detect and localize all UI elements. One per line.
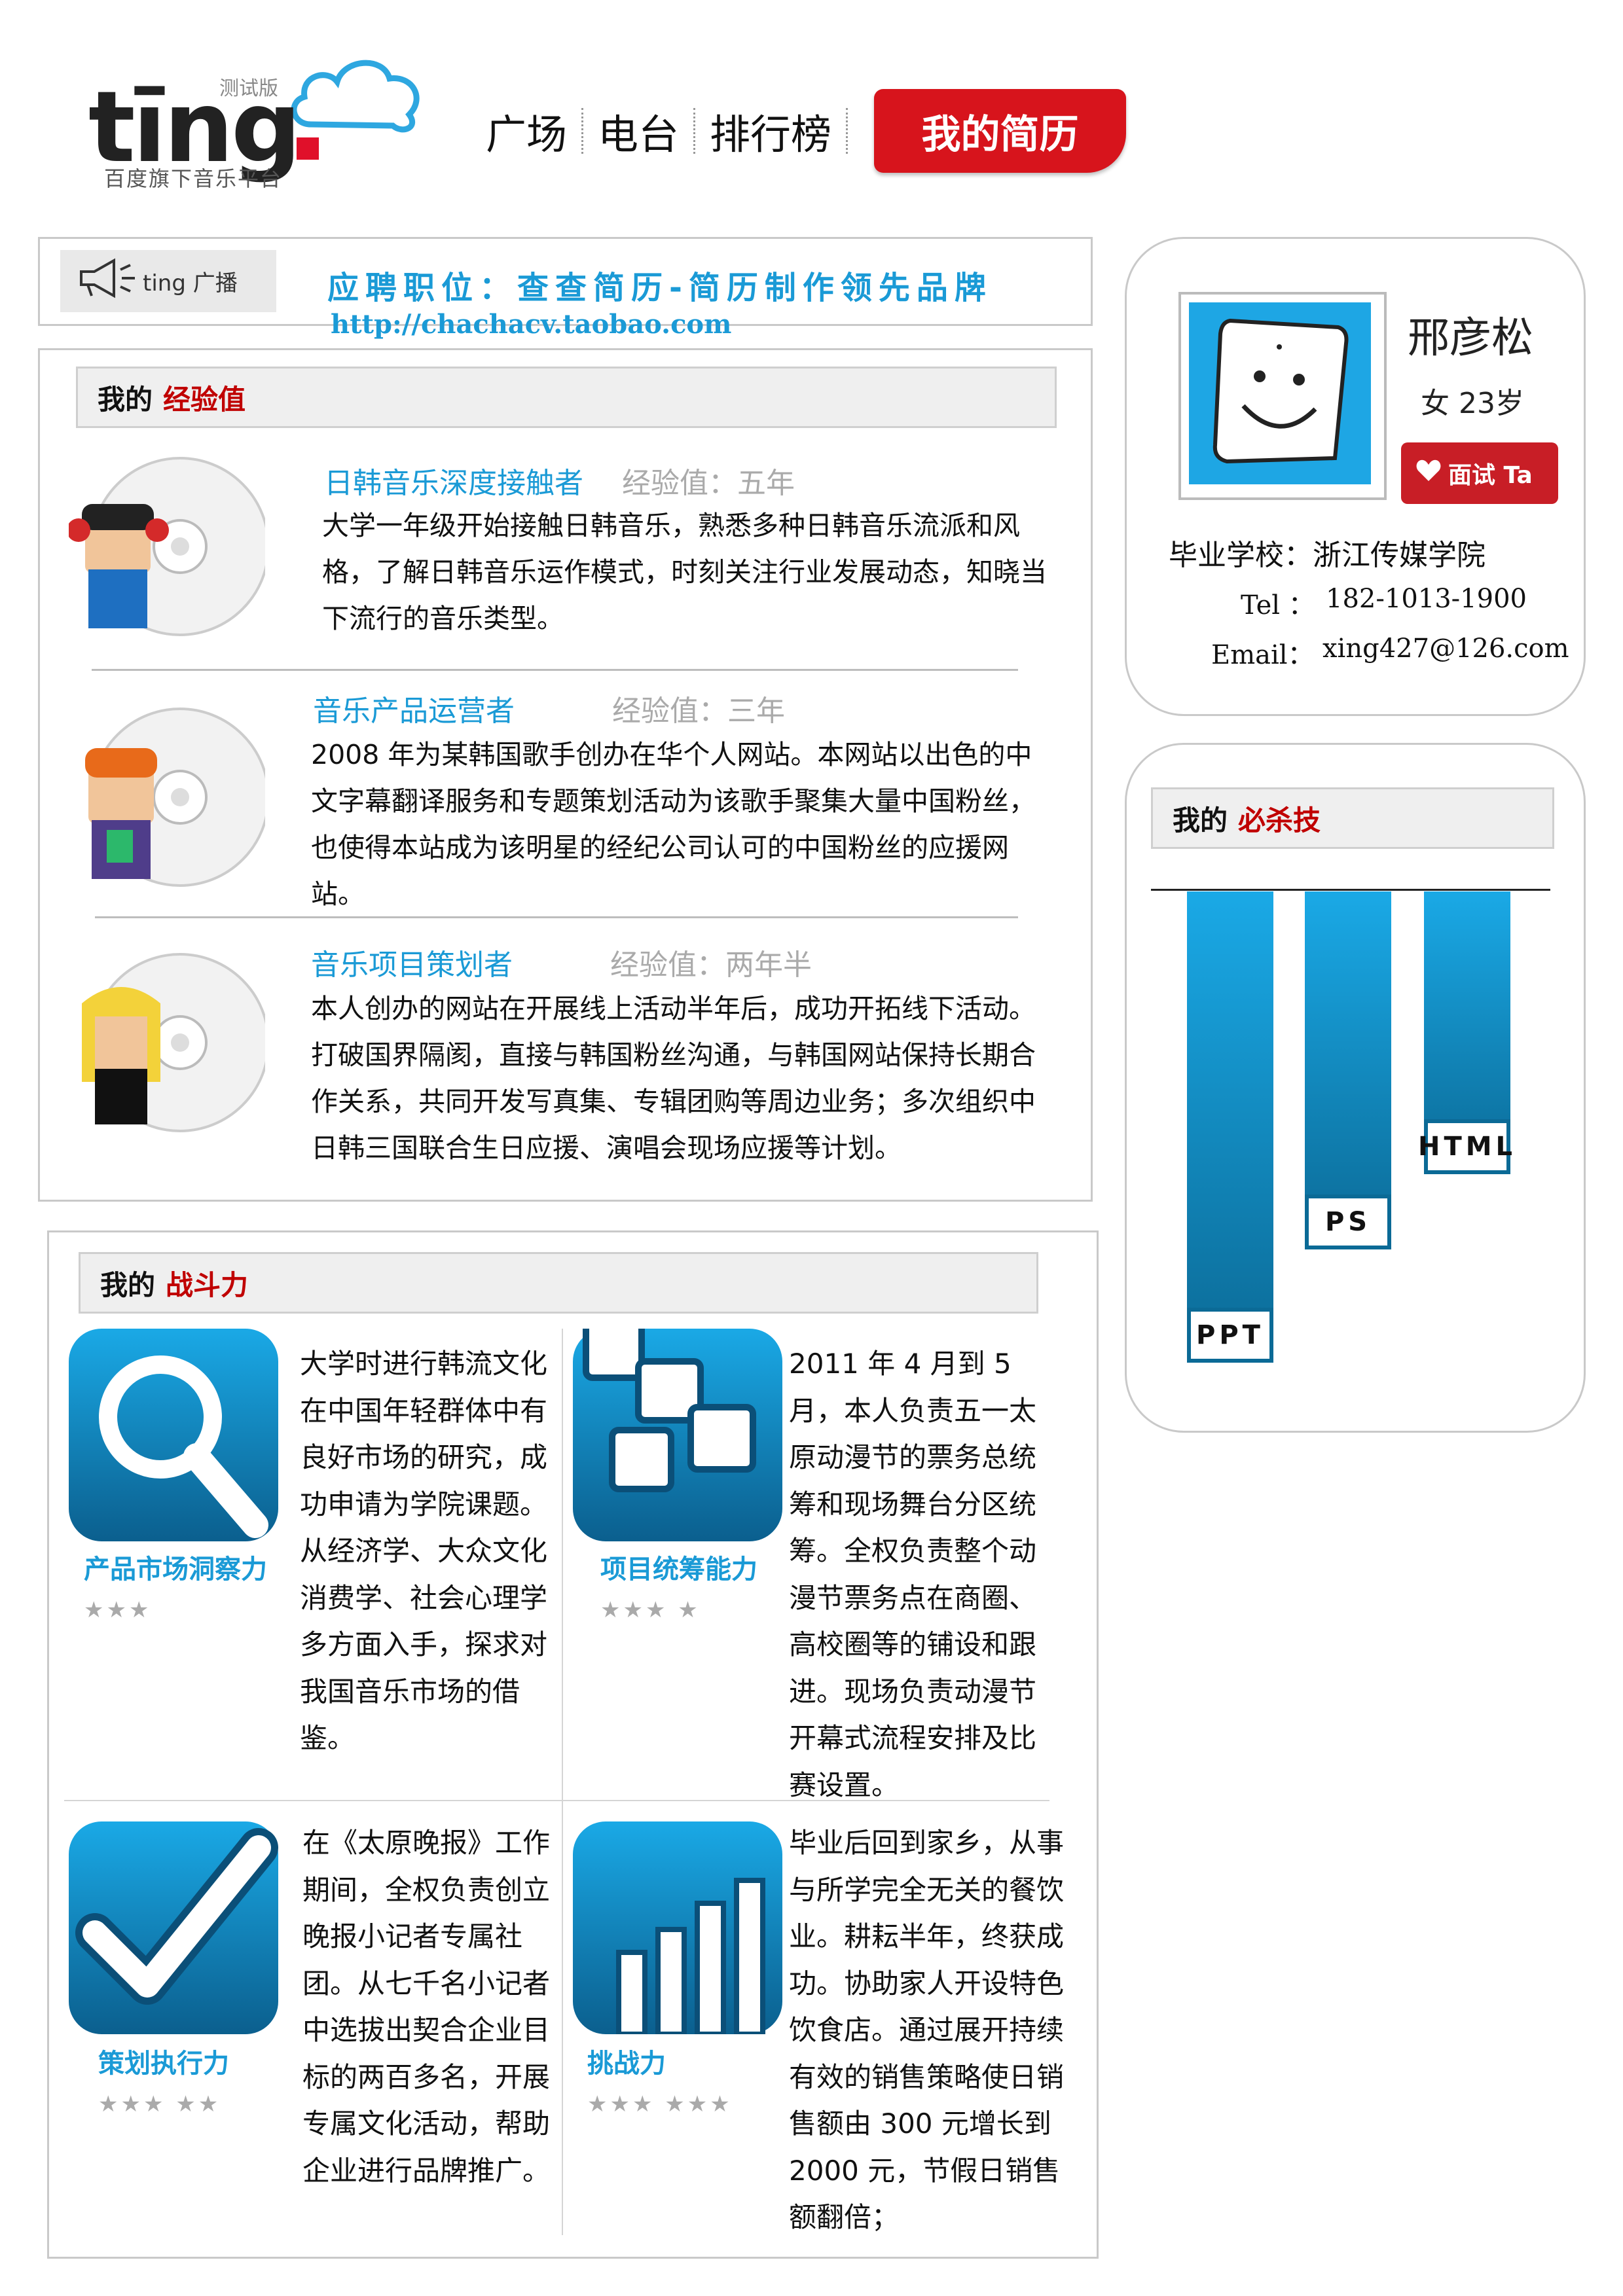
chart-baseline [1151,889,1550,891]
candidate-gender-age: 女 23岁 [1421,387,1524,420]
avatar [1178,292,1387,500]
job-title: 应聘职位：查查简历-简历制作领先品牌 [327,270,993,306]
skill-title: 挑战力 [587,2049,666,2079]
experience-title: 音乐产品运营者 [313,694,515,728]
bar-label-ppt: PPT [1187,1308,1273,1363]
email-value[interactable]: xing427@126.com [1322,634,1569,664]
fight-header: 我的 战斗力 [79,1252,1038,1314]
skill-stars: ★★★ ★★★ [587,2091,733,2117]
interview-button[interactable]: 面试 Ta [1401,442,1558,504]
heart-icon [1415,459,1442,488]
tel-label: Tel ： [1241,590,1315,620]
megaphone-icon [75,255,140,307]
experience-value: 经验值：五年 [622,467,795,500]
banner-link[interactable]: http://chachacv.taobao.com [331,309,731,340]
skill-stars: ★★★ ★ [600,1597,701,1623]
divider [95,916,1018,918]
ting-logo[interactable]: 测试版 tīng 百度旗下音乐平台 [88,52,429,191]
growth-chart-icon [573,1821,782,2037]
column-divider [562,1329,563,2235]
experience-desc: 2008 年为某韩国歌手创办在华个人网站。本网站以出色的中文字幕翻译服务和专题策… [311,739,1036,910]
skill-desc: 在《太原晚报》工作期间，全权负责创立晚报小记者专属社团。从七千名小记者中选拔出契… [302,1827,551,2187]
school-info: 毕业学校：浙江传媒学院 [1169,539,1486,572]
skill-stars: ★★★ ★★ [98,2091,221,2117]
magnifier-icon [69,1329,278,1541]
main-nav: 广场 电台 排行榜 我的简历 [471,89,1127,173]
bar-ppt [1187,891,1273,1363]
skill-desc: 2011 年 4 月到 5 月，本人负责五一太原动漫节的票务总统筹和现场舞台分区… [789,1348,1037,1801]
skill-desc: 大学时进行韩流文化在中国年轻群体中有良好市场的研究，成功申请为学院课题。从经济学… [300,1348,548,1754]
nav-item-my-resume[interactable]: 我的简历 [874,89,1127,173]
header-highlight: 战斗力 [166,1268,249,1301]
experience-value: 经验值：三年 [612,694,785,728]
header-highlight: 经验值 [163,383,246,416]
divider [92,669,1018,671]
nav-item-charts[interactable]: 排行榜 [695,101,846,160]
header-highlight: 必杀技 [1238,804,1321,836]
checkmark-icon [69,1821,278,2034]
broadcast-label: ting 广播 [60,250,276,312]
skill-title: 产品市场洞察力 [84,1554,267,1585]
cd-avatar-icon [69,699,270,895]
header-prefix: 我的 [1173,804,1228,836]
avatar-icon [1189,302,1371,484]
tel-value[interactable]: 182-1013-1900 [1326,584,1527,614]
blocks-icon [573,1319,782,1541]
experience-title: 音乐项目策划者 [311,948,513,982]
experience-value: 经验值：两年半 [610,948,812,982]
skill-title: 项目统筹能力 [600,1554,757,1585]
cd-avatar-icon [67,452,270,648]
candidate-name: 邢彦松 [1408,314,1533,363]
email-label: Email： [1211,640,1314,670]
experience-desc: 大学一年级开始接触日韩音乐，熟悉多种日韩音乐流派和风格，了解日韩音乐运作模式，时… [322,510,1047,634]
header-prefix: 我的 [98,383,153,416]
skill-stars: ★★★ [84,1597,152,1623]
skill-desc: 毕业后回到家乡，从事与所学完全无关的餐饮业。耕耘半年，终获成功。协助家人开设特色… [789,1827,1065,2233]
skills-bar-chart: PPT PS HTML [1151,889,1550,1367]
skill-title: 策划执行力 [98,2049,229,2079]
skills-header: 我的 必杀技 [1151,787,1554,849]
cd-avatar-icon [69,944,270,1141]
bar-label-html: HTML [1418,1119,1512,1174]
header-prefix: 我的 [100,1268,156,1301]
logo-tagline: 百度旗下音乐平台 [104,166,283,191]
nav-separator [846,108,848,154]
bar-label-ps: PS [1305,1194,1391,1249]
experience-title: 日韩音乐深度接触者 [324,467,583,500]
nav-item-plaza[interactable]: 广场 [471,101,581,160]
cloud-icon [285,52,429,140]
experience-desc: 本人创办的网站在开展线上活动半年后，成功开拓线下活动。打破国界隔阂，直接与韩国粉… [311,993,1036,1164]
experience-header: 我的 经验值 [76,367,1057,428]
speaker-text: ting 广播 [143,270,238,296]
interview-label: 面试 Ta [1448,462,1533,489]
logo-dot [297,137,319,160]
nav-item-radio[interactable]: 电台 [583,101,693,160]
